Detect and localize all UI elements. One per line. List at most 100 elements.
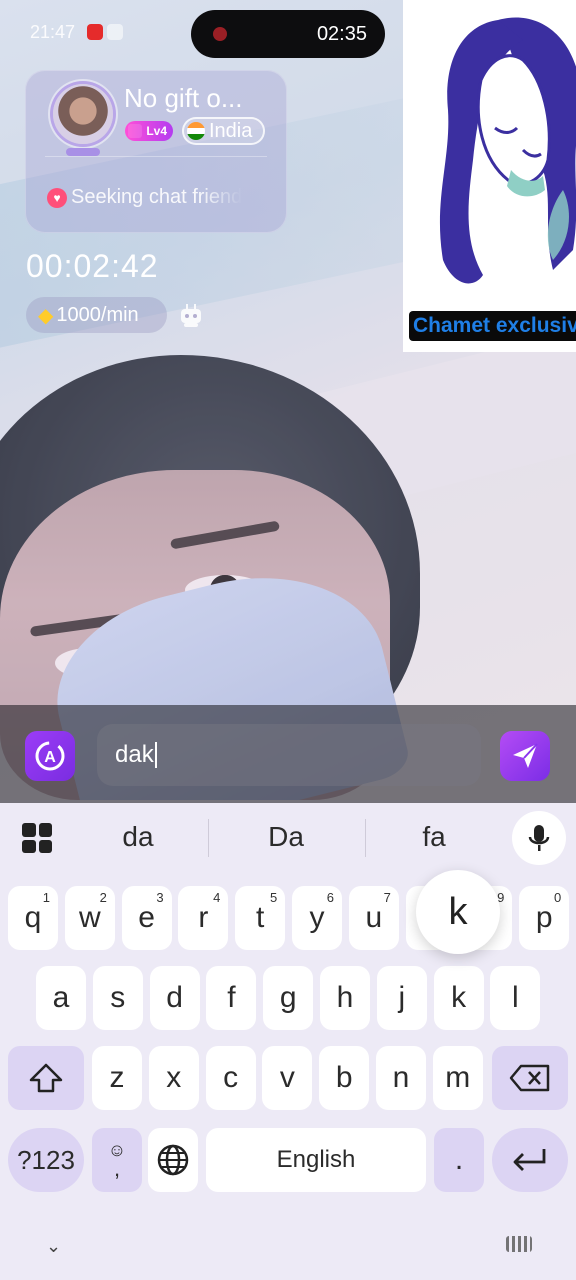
level-label: Lv4: [146, 124, 167, 138]
key-label: e: [138, 901, 155, 934]
key-l[interactable]: l: [490, 966, 541, 1030]
space-key[interactable]: English: [206, 1128, 426, 1192]
screen-record-pill[interactable]: 02:35: [191, 10, 385, 58]
suggestion-bar: da Da fa: [0, 803, 576, 875]
key-label: g: [279, 981, 297, 1014]
key-w[interactable]: w2: [64, 886, 115, 950]
key-j[interactable]: j: [376, 966, 427, 1030]
suggestion-2[interactable]: Da: [226, 821, 346, 853]
keyboard-apps-icon[interactable]: [22, 823, 52, 853]
caller-name: No gift o...: [124, 83, 243, 113]
key-q[interactable]: q1: [8, 886, 58, 950]
key-label: m: [445, 1061, 471, 1094]
backspace-key[interactable]: [492, 1046, 568, 1110]
key-label: u: [365, 901, 383, 934]
shift-key[interactable]: [8, 1046, 84, 1110]
chevron-down-icon[interactable]: ⌄: [46, 1236, 61, 1257]
country-label: India: [209, 119, 253, 142]
key-c[interactable]: c: [205, 1046, 256, 1110]
key-label: h: [336, 981, 354, 1014]
app-notification-icon: [107, 24, 123, 40]
key-label: w: [78, 901, 101, 934]
message-input[interactable]: dak: [97, 724, 481, 786]
key-label: z: [109, 1061, 125, 1094]
key-r[interactable]: r4: [178, 886, 229, 950]
key-label: l: [512, 981, 519, 1014]
key-t[interactable]: t5: [235, 886, 286, 950]
enter-key[interactable]: [492, 1128, 568, 1192]
key-u[interactable]: u7: [348, 886, 399, 950]
heart-icon: ♥: [47, 187, 67, 208]
svg-text:A: A: [44, 749, 56, 766]
key-x[interactable]: x: [148, 1046, 199, 1110]
key-hint: 0: [553, 890, 562, 905]
key-hint: 4: [213, 890, 221, 905]
keyboard-switch-icon[interactable]: [506, 1236, 532, 1252]
microphone-icon: [528, 825, 550, 851]
translate-button[interactable]: A: [25, 731, 75, 781]
key-hint: 6: [326, 890, 334, 905]
divider: [208, 819, 209, 857]
key-label: x: [166, 1061, 182, 1094]
key-label: ?123: [17, 1144, 75, 1175]
key-s[interactable]: s: [92, 966, 143, 1030]
india-flag-icon: [187, 122, 205, 140]
rate-pill: ◆ 1000/min: [26, 297, 167, 333]
period-key[interactable]: .: [434, 1128, 484, 1192]
backspace-icon: [509, 1064, 550, 1092]
key-m[interactable]: m: [432, 1046, 483, 1110]
shift-icon: [29, 1063, 63, 1093]
key-label: f: [227, 981, 236, 1014]
key-hint: 1: [42, 890, 50, 905]
key-y[interactable]: y6: [292, 886, 342, 950]
key-label: c: [223, 1061, 239, 1094]
key-hint: 7: [383, 890, 391, 905]
status-text: Seeking chat friend: [71, 186, 243, 208]
globe-icon: [157, 1144, 189, 1176]
key-label: j: [398, 981, 406, 1014]
translate-icon: A: [35, 741, 65, 771]
robot-icon[interactable]: [177, 302, 205, 330]
key-g[interactable]: g: [263, 966, 314, 1030]
rate-text: 1000/min: [56, 303, 139, 326]
enter-icon: [513, 1149, 546, 1171]
key-h[interactable]: h: [320, 966, 370, 1030]
key-label: English: [276, 1146, 356, 1173]
country-badge: India: [182, 117, 265, 145]
key-label: t: [256, 901, 265, 934]
level-badge: Lv4: [125, 121, 173, 141]
key-p[interactable]: p0: [519, 886, 570, 950]
avatar[interactable]: [53, 84, 113, 144]
suggestion-1[interactable]: da: [78, 821, 198, 853]
divider: [45, 156, 267, 157]
key-hint: 5: [269, 890, 278, 905]
caller-profile-card[interactable]: No gift o... Lv4 India ♥ Seeking chat fr…: [25, 70, 287, 233]
suggestion-3[interactable]: fa: [374, 821, 494, 853]
send-icon: [513, 743, 538, 768]
key-b[interactable]: b: [319, 1046, 370, 1110]
symbols-key[interactable]: ?123: [8, 1128, 84, 1192]
key-e[interactable]: e3: [121, 886, 172, 950]
key-label: k: [451, 981, 467, 1014]
key-a[interactable]: a: [36, 966, 86, 1030]
send-button[interactable]: [500, 731, 550, 781]
key-n[interactable]: n: [376, 1046, 426, 1110]
key-f[interactable]: f: [206, 966, 257, 1030]
key-label: v: [279, 1061, 295, 1094]
youtube-icon: [87, 24, 103, 40]
emoji-comma-key[interactable]: ☺,: [92, 1128, 142, 1192]
key-d[interactable]: d: [149, 966, 200, 1030]
mic-button[interactable]: [512, 811, 566, 865]
avatar-frame-icon: [66, 148, 100, 156]
record-icon: [213, 27, 227, 41]
language-key[interactable]: [148, 1128, 198, 1192]
key-z[interactable]: z: [92, 1046, 142, 1110]
key-k[interactable]: k: [433, 966, 484, 1030]
ad-banner[interactable]: Chamet exclusive: [403, 0, 576, 352]
key-label: p: [535, 901, 553, 934]
key-label: n: [392, 1061, 410, 1094]
key-label: s: [110, 981, 126, 1014]
message-input-text: dak: [115, 741, 154, 768]
key-v[interactable]: v: [262, 1046, 313, 1110]
status-time: 21:47: [30, 22, 76, 42]
